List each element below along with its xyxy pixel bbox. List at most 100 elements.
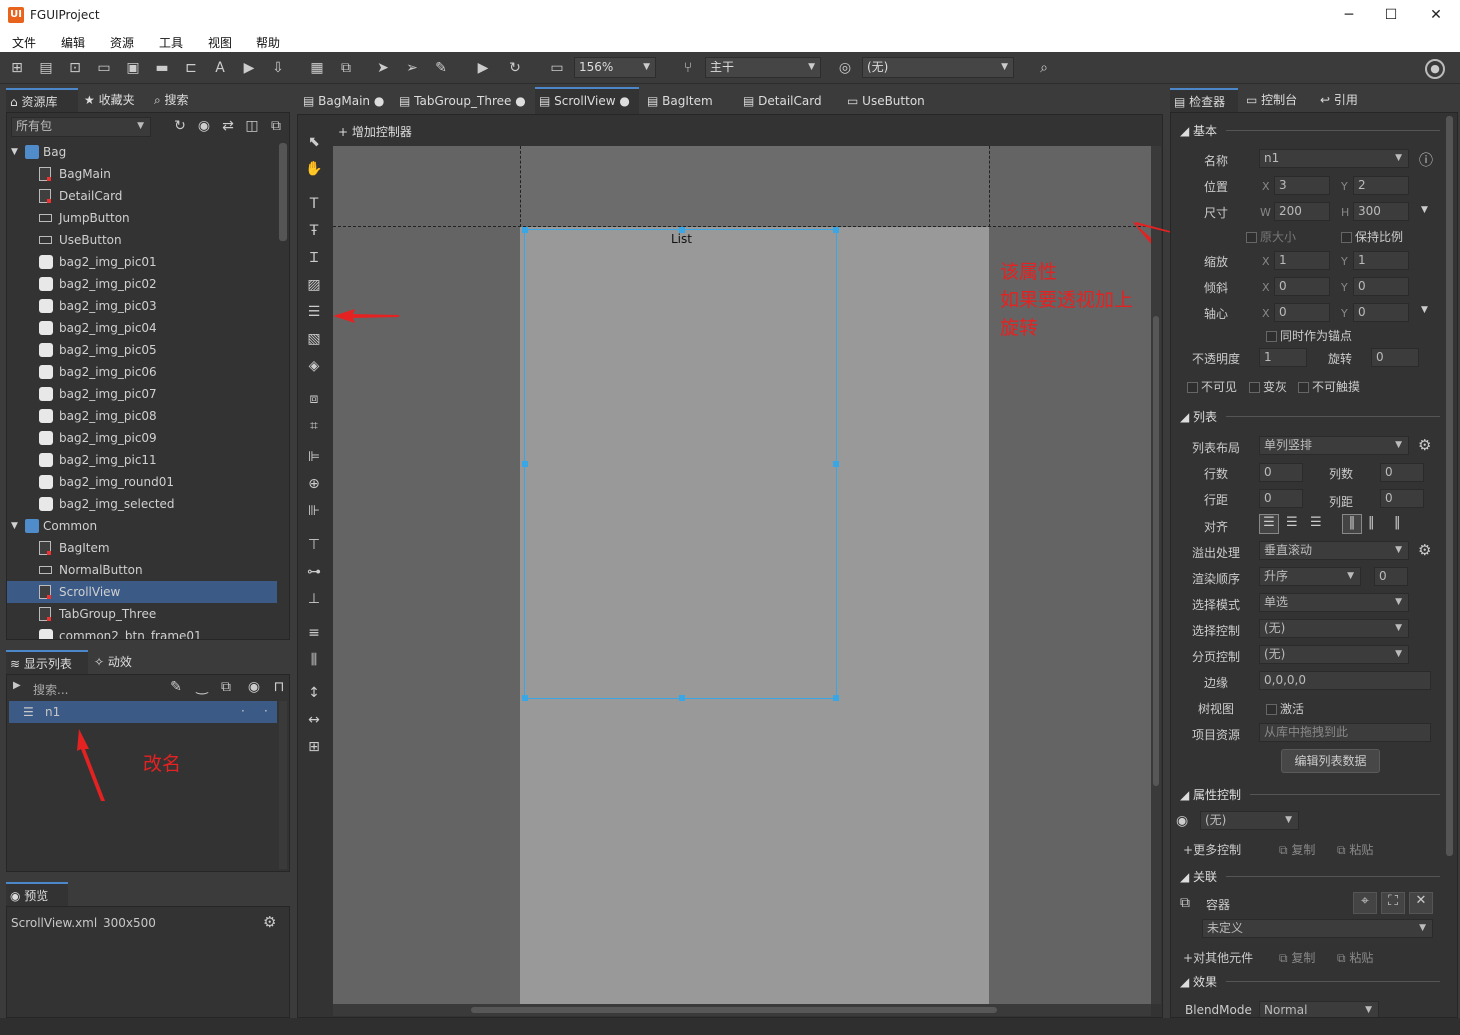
hand-tool-icon[interactable]: ✋ bbox=[304, 159, 324, 179]
gear-icon[interactable]: ⚙ bbox=[263, 913, 276, 931]
group-tool-icon[interactable]: ⧈ bbox=[304, 389, 324, 409]
tab-display-list[interactable]: ≋ 显示列表 bbox=[6, 650, 88, 674]
input-tool-icon[interactable]: Ɪ bbox=[304, 248, 324, 268]
align-bottom-tool-icon[interactable]: ⊥ bbox=[304, 589, 324, 609]
tree-item[interactable]: bag2_img_pic11 bbox=[7, 449, 277, 471]
section-basic[interactable]: ◢ 基本 bbox=[1180, 122, 1217, 139]
branch-select[interactable]: 主干 ▼ bbox=[705, 57, 821, 78]
skew-y-field[interactable]: 0 bbox=[1353, 277, 1409, 296]
visibility-dot-icon[interactable]: · bbox=[241, 704, 245, 718]
new-progress-icon[interactable]: ▬ bbox=[153, 59, 171, 77]
locate-icon[interactable]: ◉ bbox=[195, 117, 213, 135]
pos-x-field[interactable]: 3 bbox=[1274, 176, 1330, 195]
canvas-hscroll[interactable] bbox=[333, 1004, 1151, 1016]
keep-ratio-checkbox[interactable]: 保持比例 bbox=[1341, 228, 1403, 245]
size-w-field[interactable]: 200 bbox=[1274, 202, 1330, 221]
canvas-vscroll[interactable] bbox=[1151, 146, 1161, 1004]
new-bookmark-icon[interactable]: ⊡ bbox=[66, 59, 84, 77]
valign-top-icon[interactable]: ‖ bbox=[1342, 514, 1362, 534]
blend-mode-select[interactable]: Normal ▼ bbox=[1259, 1001, 1379, 1017]
publish-all-icon[interactable]: ➢ bbox=[403, 59, 421, 77]
list-layout-select[interactable]: 单列竖排 ▼ bbox=[1259, 436, 1409, 455]
info-icon[interactable]: ⓘ bbox=[1419, 150, 1433, 170]
tab-references[interactable]: ↩ 引用 bbox=[1316, 88, 1368, 112]
publish-icon[interactable]: ➤ bbox=[374, 59, 392, 77]
treeview-checkbox[interactable]: 激活 bbox=[1266, 700, 1304, 717]
property-control-select[interactable]: (无) ▼ bbox=[1200, 811, 1299, 830]
tab-transitions[interactable]: ✧ 动效 bbox=[90, 650, 152, 674]
inspector-scrollbar[interactable] bbox=[1446, 116, 1453, 856]
cols-field[interactable]: 0 bbox=[1380, 463, 1424, 482]
text-tool-icon[interactable]: T bbox=[304, 194, 324, 214]
display-scrollbar[interactable] bbox=[279, 701, 287, 869]
select-controller-select[interactable]: (无) ▼ bbox=[1259, 619, 1409, 638]
lock-icon[interactable]: ⊓ bbox=[270, 678, 288, 696]
new-component-icon[interactable]: ▤ bbox=[37, 59, 55, 77]
tree-item[interactable]: bag2_img_selected bbox=[7, 493, 277, 515]
refresh-icon[interactable]: ↻ bbox=[171, 117, 189, 135]
resize-handle[interactable] bbox=[679, 695, 685, 701]
same-height-tool-icon[interactable]: ↕ bbox=[304, 683, 324, 703]
tab-detailcard[interactable]: ▤ DetailCard bbox=[739, 89, 841, 113]
tab-bagitem[interactable]: ▤ BagItem bbox=[643, 89, 735, 113]
chevron-down-icon[interactable]: ▼ bbox=[1421, 305, 1428, 315]
tab-favorites[interactable]: ★ 收藏夹 bbox=[80, 88, 148, 112]
tree-folder[interactable]: ▼ Bag bbox=[7, 141, 277, 163]
maximize-button[interactable]: ☐ bbox=[1376, 5, 1406, 25]
tree-item[interactable]: bag2_img_pic09 bbox=[7, 427, 277, 449]
tree-item[interactable]: bag2_img_pic07 bbox=[7, 383, 277, 405]
loader-tool-icon[interactable]: ▨ bbox=[304, 275, 324, 295]
col-gap-field[interactable]: 0 bbox=[1380, 489, 1424, 508]
tab-console[interactable]: ▭ 控制台 bbox=[1242, 88, 1312, 112]
section-effects[interactable]: ◢ 效果 bbox=[1180, 973, 1217, 990]
align-right-tool-icon[interactable]: ⊪ bbox=[304, 501, 324, 521]
tab-tabgroup-three[interactable]: ▤ TabGroup_Three ● bbox=[395, 89, 531, 113]
gray-checkbox[interactable]: 变灰 bbox=[1249, 378, 1287, 395]
relate-others-button[interactable]: +对其他元件 bbox=[1183, 949, 1253, 966]
gear-icon[interactable]: ⚙ bbox=[1418, 436, 1431, 454]
align-top-tool-icon[interactable]: ⊤ bbox=[304, 535, 324, 555]
rotation-field[interactable]: 0 bbox=[1371, 348, 1419, 367]
new-package-icon[interactable]: ⊞ bbox=[8, 59, 26, 77]
display-item-n1[interactable]: ☰ n1 · · bbox=[9, 701, 277, 723]
edit-list-data-button[interactable]: 编辑列表数据 bbox=[1281, 749, 1380, 773]
section-list[interactable]: ◢ 列表 bbox=[1180, 408, 1217, 425]
closed-eye-icon[interactable]: ‿ bbox=[193, 678, 211, 696]
align-center-tool-icon[interactable]: ⊕ bbox=[304, 474, 324, 494]
list-n1-selection[interactable]: List bbox=[522, 227, 839, 701]
skew-x-field[interactable]: 0 bbox=[1274, 277, 1330, 296]
vscroll-thumb[interactable] bbox=[1153, 316, 1159, 786]
margin-field[interactable]: 0,0,0,0 bbox=[1259, 671, 1431, 690]
display-search-input[interactable]: 搜索... bbox=[33, 681, 68, 698]
tree-item[interactable]: BagItem bbox=[7, 537, 277, 559]
line-gap-field[interactable]: 0 bbox=[1259, 489, 1303, 508]
graph-tool-icon[interactable]: ▧ bbox=[304, 329, 324, 349]
target-icon[interactable]: ⌖ bbox=[1353, 892, 1377, 914]
tree-item[interactable]: bag2_img_pic06 bbox=[7, 361, 277, 383]
tab-inspector[interactable]: ▤ 检查器 bbox=[1170, 88, 1238, 112]
expand-icon[interactable]: ▶ bbox=[13, 680, 21, 691]
rows-field[interactable]: 0 bbox=[1259, 463, 1303, 482]
menu-help[interactable]: 帮助 bbox=[256, 34, 280, 51]
remove-icon[interactable]: ✕ bbox=[1409, 892, 1433, 914]
item-resource-field[interactable]: 从库中拖拽到此 bbox=[1259, 723, 1431, 742]
tree-item[interactable]: NormalButton bbox=[7, 559, 277, 581]
menu-view[interactable]: 视图 bbox=[208, 34, 232, 51]
tree-item[interactable]: bag2_img_pic02 bbox=[7, 273, 277, 295]
swap-icon[interactable]: ⇄ bbox=[219, 117, 237, 135]
transform-tool-icon[interactable]: ⌗ bbox=[304, 416, 324, 436]
new-combo-icon[interactable]: ▣ bbox=[124, 59, 142, 77]
screen-icon[interactable]: ▭ bbox=[548, 59, 566, 77]
tree-item[interactable]: bag2_img_pic08 bbox=[7, 405, 277, 427]
menu-resource[interactable]: 资源 bbox=[110, 34, 134, 51]
copy-icon[interactable]: ⧉ bbox=[217, 678, 235, 696]
menu-edit[interactable]: 编辑 bbox=[61, 34, 85, 51]
lock-dot-icon[interactable]: · bbox=[264, 704, 268, 718]
resize-handle[interactable] bbox=[833, 227, 839, 233]
new-font-icon[interactable]: A bbox=[211, 59, 229, 77]
resize-handle[interactable] bbox=[833, 695, 839, 701]
align-right-icon[interactable]: ☰ bbox=[1310, 515, 1322, 530]
new-slider-icon[interactable]: ⊏ bbox=[182, 59, 200, 77]
pivot-y-field[interactable]: 0 bbox=[1353, 303, 1409, 322]
caret-down-icon[interactable]: ▼ bbox=[11, 141, 18, 163]
